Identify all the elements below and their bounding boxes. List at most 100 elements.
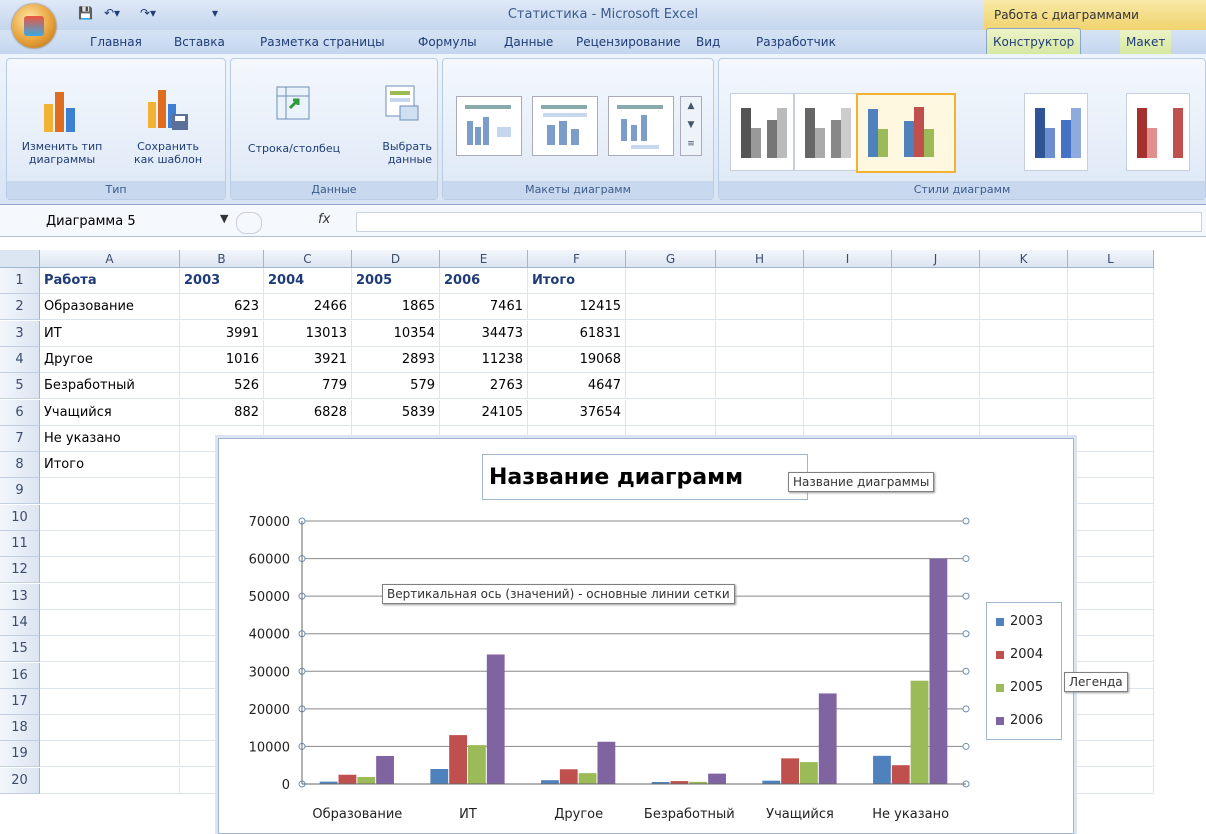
grid-cell[interactable]: [1068, 346, 1154, 373]
tab-developer[interactable]: Разработчик: [750, 30, 842, 54]
save-as-template-button[interactable]: Сохранить как шаблон: [118, 140, 218, 166]
grid-cell[interactable]: [1068, 688, 1154, 715]
row-header-13[interactable]: 13: [0, 583, 40, 610]
select-all-corner[interactable]: [0, 250, 40, 268]
row-header-14[interactable]: 14: [0, 609, 40, 636]
row-header-6[interactable]: 6: [0, 399, 40, 426]
formula-input[interactable]: [356, 212, 1202, 232]
row-header-19[interactable]: 19: [0, 741, 40, 768]
insert-function-icon[interactable]: fx: [318, 212, 330, 227]
grid-cell[interactable]: [804, 346, 892, 373]
tab-insert[interactable]: Вставка: [168, 30, 231, 54]
grid-cell[interactable]: [716, 373, 804, 400]
chart-style-4[interactable]: [1024, 93, 1088, 171]
row-header-10[interactable]: 10: [0, 504, 40, 531]
redo-icon[interactable]: ↷▾: [140, 6, 156, 24]
cell-e4[interactable]: 11238: [440, 346, 528, 373]
legend-item-2005[interactable]: 2005: [996, 678, 1043, 698]
cell-c2[interactable]: 2466: [264, 294, 352, 321]
grid-cell[interactable]: [804, 399, 892, 426]
row-header-1[interactable]: 1: [0, 268, 40, 294]
column-header-a[interactable]: A: [40, 250, 180, 268]
cell-f5[interactable]: 4647: [528, 373, 626, 400]
column-header-b[interactable]: B: [180, 250, 264, 268]
grid-cell[interactable]: [1068, 268, 1154, 294]
cell-a2[interactable]: Образование: [40, 294, 180, 321]
undo-icon[interactable]: ↶▾: [104, 6, 120, 24]
grid-cell[interactable]: [892, 399, 980, 426]
grid-cell[interactable]: [1068, 504, 1154, 531]
cell-a7[interactable]: Не указано: [40, 425, 180, 452]
grid-cell[interactable]: [1068, 399, 1154, 426]
cell-d1[interactable]: 2005: [352, 268, 440, 294]
row-header-12[interactable]: 12: [0, 557, 40, 584]
name-box[interactable]: Диаграмма 5: [8, 212, 236, 232]
tab-layout[interactable]: Макет: [1120, 30, 1172, 54]
switch-row-column-icon[interactable]: [276, 86, 310, 120]
cell-b2[interactable]: 623: [180, 294, 264, 321]
grid-cell[interactable]: [1068, 531, 1154, 557]
row-header-15[interactable]: 15: [0, 636, 40, 663]
grid-cell[interactable]: [1068, 741, 1154, 768]
tab-review[interactable]: Рецензирование: [570, 30, 687, 54]
layouts-scroll[interactable]: ▲ ▼ ≡: [680, 96, 702, 156]
cell-d5[interactable]: 579: [352, 373, 440, 400]
column-header-d[interactable]: D: [352, 250, 440, 268]
row-header-8[interactable]: 8: [0, 452, 40, 479]
save-icon[interactable]: 💾: [78, 6, 93, 24]
cell-c6[interactable]: 6828: [264, 399, 352, 426]
grid-cell[interactable]: [626, 294, 716, 321]
cell-c3[interactable]: 13013: [264, 320, 352, 347]
grid-cell[interactable]: [716, 320, 804, 347]
grid-cell[interactable]: [1068, 320, 1154, 347]
chart-plot[interactable]: 0 10000 20000 30000 40000 50000 60000 70000 Обра…: [218, 438, 1074, 834]
row-header-2[interactable]: 2: [0, 294, 40, 321]
grid-cell[interactable]: [626, 399, 716, 426]
grid-cell[interactable]: [626, 268, 716, 294]
grid-cell[interactable]: [716, 294, 804, 321]
office-button[interactable]: [12, 4, 56, 48]
layout-thumb-1[interactable]: [456, 96, 522, 156]
column-header-j[interactable]: J: [892, 250, 980, 268]
tab-formulas[interactable]: Формулы: [412, 30, 483, 54]
chart-style-2[interactable]: [794, 93, 858, 171]
cell-c1[interactable]: 2004: [264, 268, 352, 294]
qat-customize-icon[interactable]: ▾: [212, 6, 218, 24]
cell-b6[interactable]: 882: [180, 399, 264, 426]
cell-e3[interactable]: 34473: [440, 320, 528, 347]
grid-cell[interactable]: [716, 399, 804, 426]
grid-cell[interactable]: [40, 688, 180, 715]
grid-cell[interactable]: [1068, 294, 1154, 321]
grid-cell[interactable]: [1068, 425, 1154, 452]
grid-cell[interactable]: [1068, 767, 1154, 794]
column-header-g[interactable]: G: [626, 250, 716, 268]
grid-cell[interactable]: [40, 478, 180, 505]
grid-cell[interactable]: [980, 399, 1068, 426]
cell-f4[interactable]: 19068: [528, 346, 626, 373]
legend-item-2006[interactable]: 2006: [996, 711, 1043, 731]
legend-item-2003[interactable]: 2003: [996, 612, 1043, 632]
select-data-icon[interactable]: [384, 84, 420, 122]
tab-data[interactable]: Данные: [498, 30, 559, 54]
tab-home[interactable]: Главная: [84, 30, 148, 54]
grid-cell[interactable]: [1068, 373, 1154, 400]
cell-a5[interactable]: Безработный: [40, 373, 180, 400]
change-chart-type-icon[interactable]: [38, 86, 82, 134]
grid-cell[interactable]: [1068, 636, 1154, 663]
grid-cell[interactable]: [892, 373, 980, 400]
cell-e2[interactable]: 7461: [440, 294, 528, 321]
layout-thumb-3[interactable]: [608, 96, 674, 156]
grid-cell[interactable]: [892, 346, 980, 373]
cell-d6[interactable]: 5839: [352, 399, 440, 426]
cell-a6[interactable]: Учащийся: [40, 399, 180, 426]
cell-c4[interactable]: 3921: [264, 346, 352, 373]
formula-cancel-icon[interactable]: [236, 212, 262, 234]
cell-b5[interactable]: 526: [180, 373, 264, 400]
cell-f1[interactable]: Итого: [528, 268, 626, 294]
grid-cell[interactable]: [804, 294, 892, 321]
cell-b4[interactable]: 1016: [180, 346, 264, 373]
grid-cell[interactable]: [1068, 583, 1154, 610]
grid-cell[interactable]: [40, 767, 180, 794]
grid-cell[interactable]: [40, 583, 180, 610]
row-header-5[interactable]: 5: [0, 373, 40, 400]
